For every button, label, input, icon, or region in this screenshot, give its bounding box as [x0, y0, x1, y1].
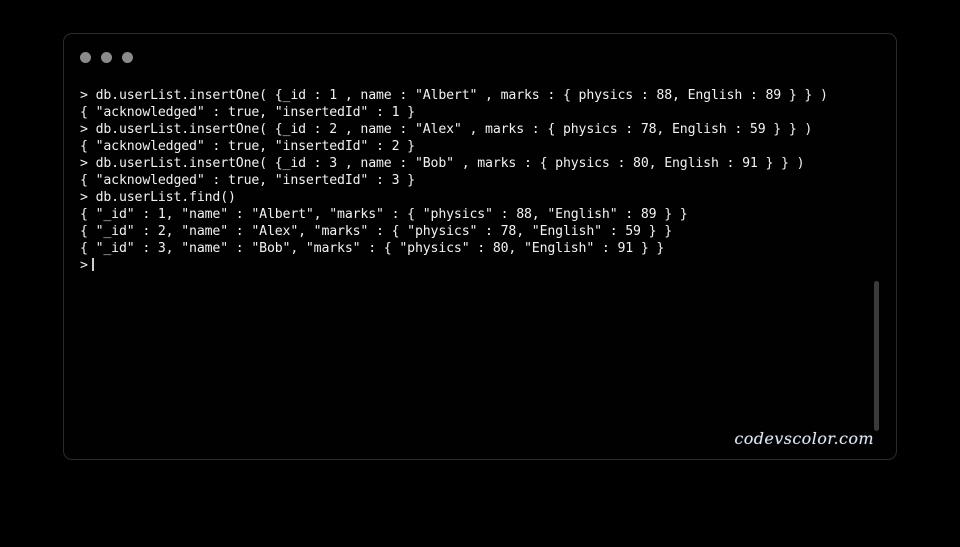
terminal-line: { "acknowledged" : true, "insertedId" : … — [80, 139, 415, 154]
watermark: codevscolor.com — [734, 429, 874, 448]
scrollbar-thumb[interactable] — [874, 281, 879, 431]
prompt-symbol: > — [80, 258, 88, 273]
terminal-prompt-line[interactable]: > — [80, 257, 896, 274]
maximize-icon[interactable] — [122, 52, 133, 63]
terminal-window: > db.userList.insertOne( {_id : 1 , name… — [63, 33, 897, 460]
terminal-title-bar — [64, 34, 896, 79]
minimize-icon[interactable] — [101, 52, 112, 63]
terminal-line: { "_id" : 3, "name" : "Bob", "marks" : {… — [80, 241, 665, 256]
scrollbar[interactable] — [874, 281, 880, 431]
terminal-line: > db.userList.find() — [80, 190, 236, 205]
text-cursor — [91, 258, 94, 271]
terminal-line: { "_id" : 1, "name" : "Albert", "marks" … — [80, 207, 688, 222]
screen: > db.userList.insertOne( {_id : 1 , name… — [0, 0, 960, 547]
terminal-line: > db.userList.insertOne( {_id : 2 , name… — [80, 122, 813, 137]
terminal-line: > db.userList.insertOne( {_id : 1 , name… — [80, 88, 828, 103]
terminal-line: { "acknowledged" : true, "insertedId" : … — [80, 105, 415, 120]
terminal-line: { "_id" : 2, "name" : "Alex", "marks" : … — [80, 224, 673, 239]
terminal-output-area[interactable]: > db.userList.insertOne( {_id : 1 , name… — [64, 79, 896, 459]
terminal-line: { "acknowledged" : true, "insertedId" : … — [80, 173, 415, 188]
terminal-line: > db.userList.insertOne( {_id : 3 , name… — [80, 156, 805, 171]
close-icon[interactable] — [80, 52, 91, 63]
